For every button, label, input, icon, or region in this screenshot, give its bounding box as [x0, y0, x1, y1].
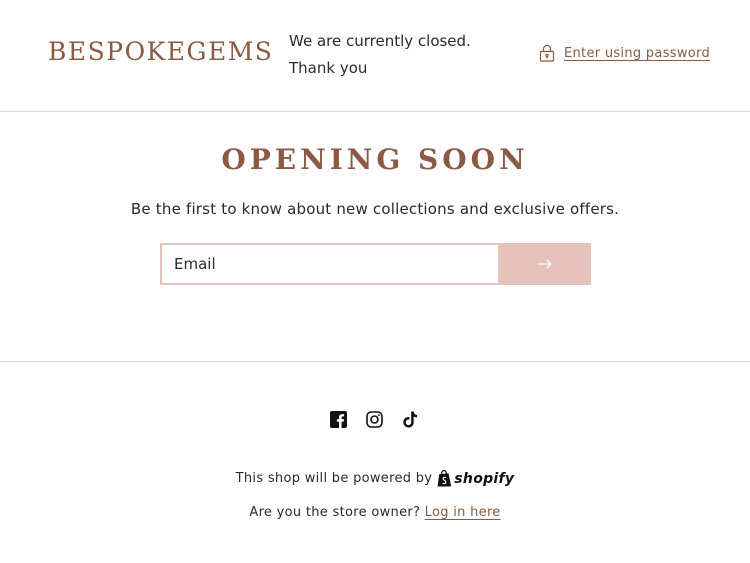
page-title: OPENING SOON	[221, 143, 529, 176]
store-owner-line: Are you the store owner? Log in here	[0, 505, 750, 520]
closed-message: We are currently closed. Thank you	[289, 28, 471, 82]
subscribe-button[interactable]	[498, 243, 591, 285]
enter-password-label: Enter using password	[564, 45, 710, 61]
newsletter-form	[160, 243, 591, 285]
closed-message-line2: Thank you	[289, 59, 368, 77]
shopify-bag-icon	[437, 470, 452, 487]
footer-divider	[0, 361, 750, 362]
lock-icon	[539, 44, 555, 62]
enter-password-link[interactable]: Enter using password	[539, 44, 710, 62]
login-link[interactable]: Log in here	[425, 505, 501, 520]
store-owner-text: Are you the store owner?	[249, 505, 421, 520]
hero-subtitle: Be the first to know about new collectio…	[130, 200, 620, 218]
email-field[interactable]	[160, 243, 498, 285]
powered-by-text: This shop will be powered by	[235, 471, 433, 486]
instagram-icon[interactable]	[366, 411, 383, 428]
store-logo[interactable]: BESPOKEGEMS	[48, 37, 273, 66]
social-links	[330, 411, 419, 428]
closed-message-line1: We are currently closed.	[289, 32, 471, 50]
shopify-logo[interactable]: shopify	[437, 470, 514, 487]
tiktok-icon[interactable]	[402, 411, 419, 428]
powered-by: This shop will be powered by shopify	[0, 470, 750, 487]
facebook-icon[interactable]	[330, 411, 347, 428]
site-header: BESPOKEGEMS We are currently closed. Tha…	[0, 0, 750, 112]
arrow-right-icon	[538, 259, 552, 269]
shopify-wordmark: shopify	[454, 470, 515, 487]
